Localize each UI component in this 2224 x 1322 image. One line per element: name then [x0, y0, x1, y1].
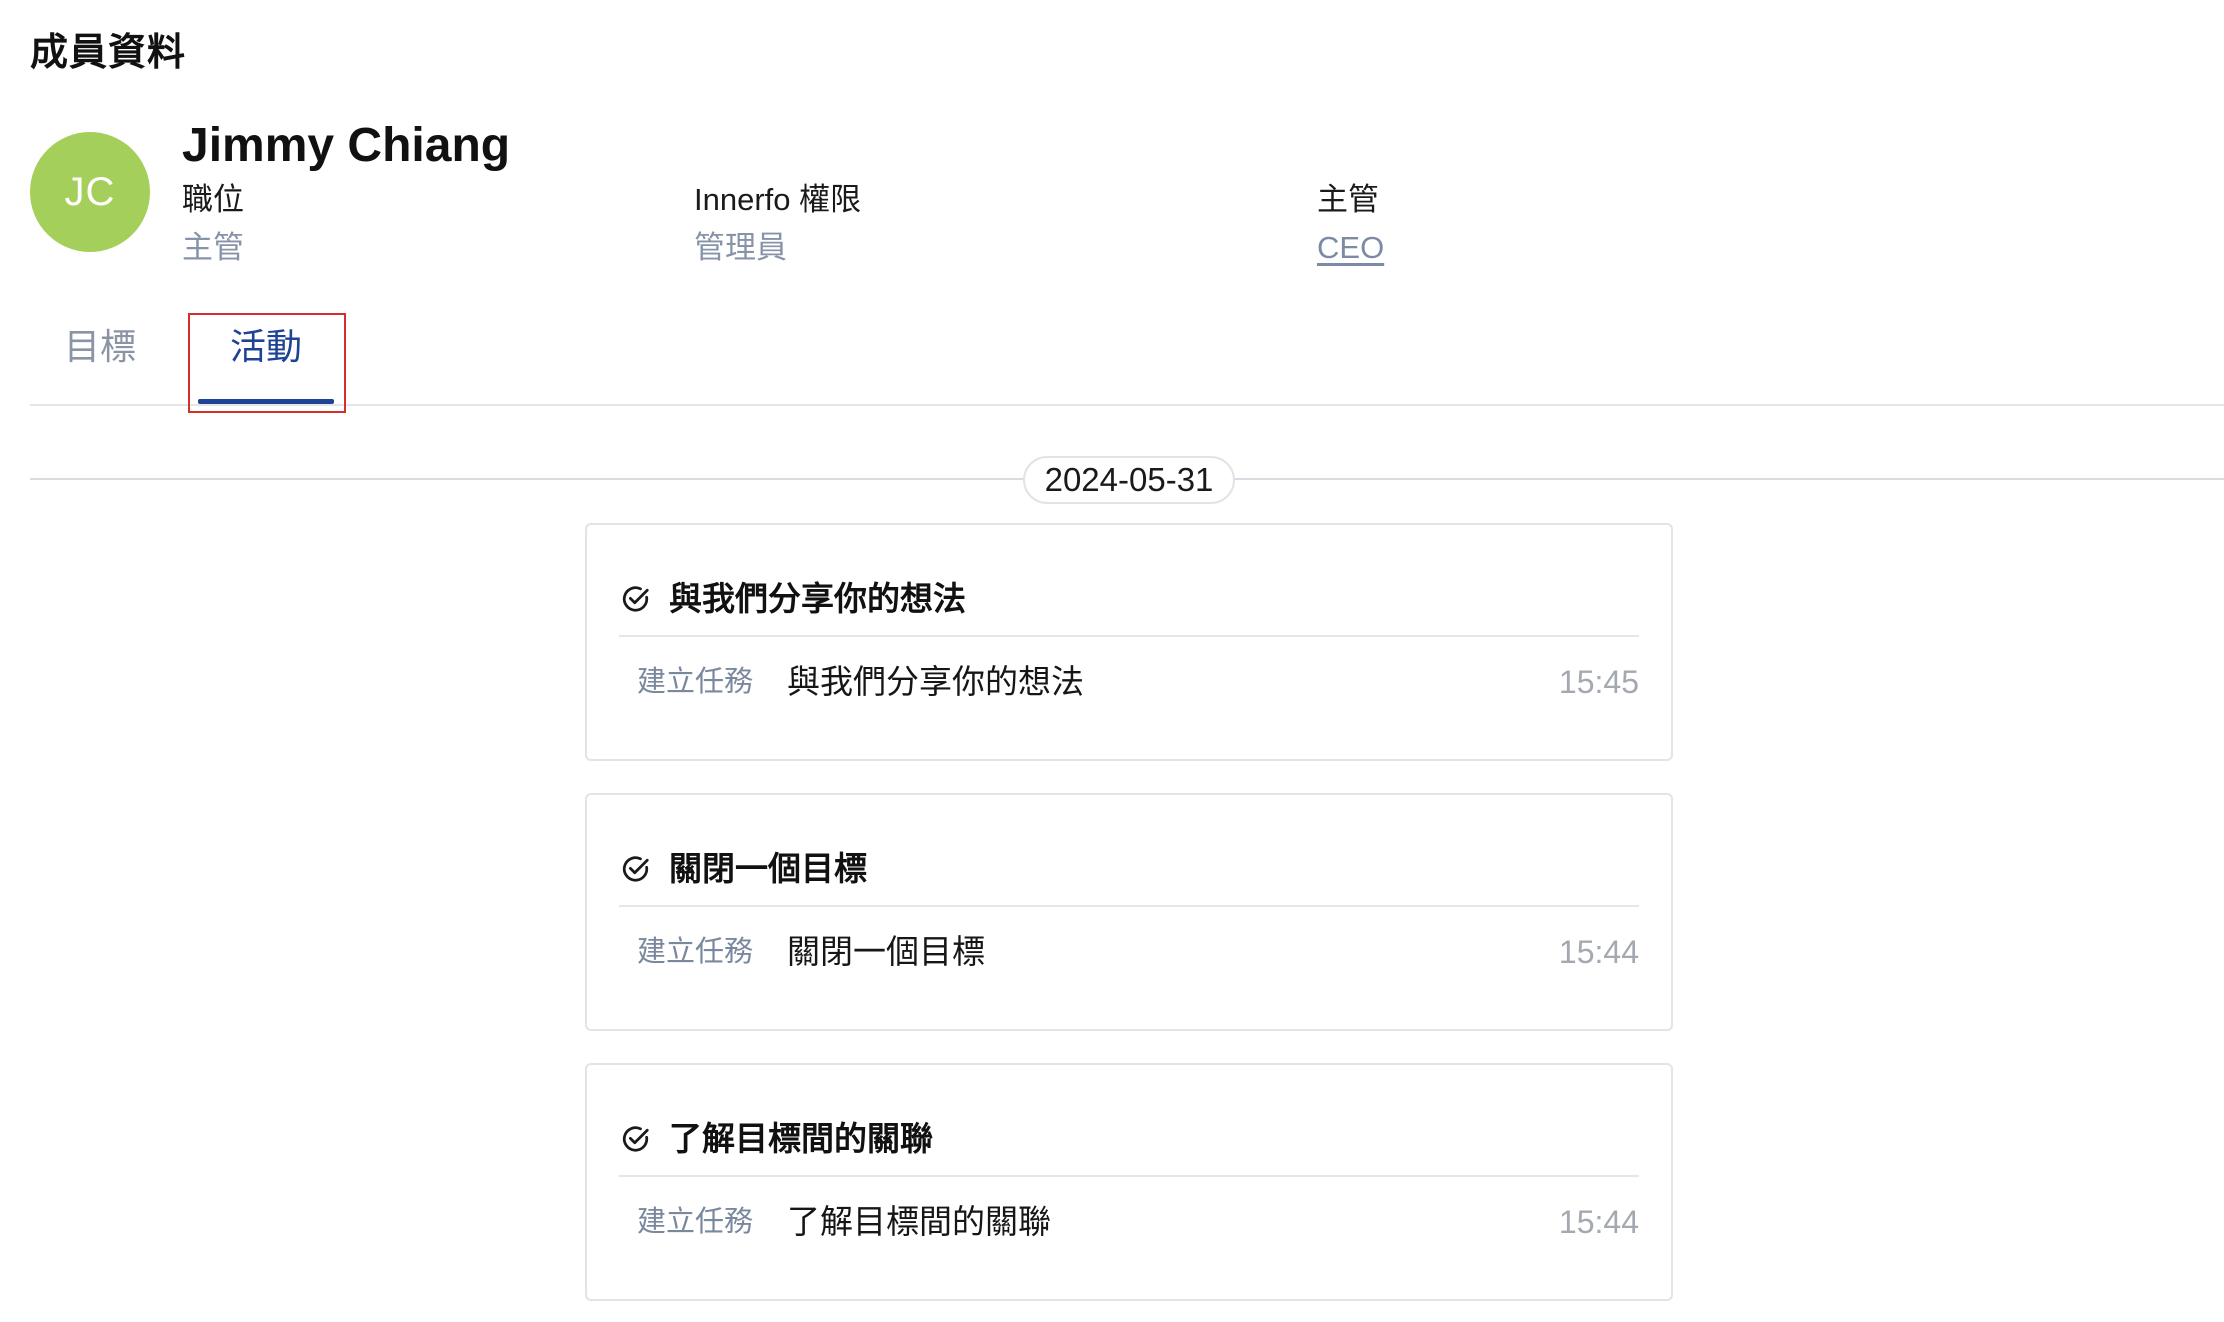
tabs-divider	[30, 404, 2224, 406]
activity-title: 關閉一個目標	[669, 850, 867, 887]
activity-content: 關閉一個目標	[787, 933, 985, 970]
activity-card-header: 與我們分享你的想法	[621, 577, 966, 621]
date-badge: 2024-05-31	[1023, 456, 1235, 504]
activity-content: 與我們分享你的想法	[787, 663, 1084, 700]
activity-action-type: 建立任務	[637, 1206, 754, 1238]
activity-time: 15:45	[1558, 664, 1639, 700]
check-circle-icon	[622, 856, 649, 882]
info-label-manager: 主管	[1317, 182, 1379, 217]
info-value-permission: 管理員	[694, 230, 787, 265]
tab-goals[interactable]: 目標	[64, 322, 136, 372]
activity-row: 建立任務 與我們分享你的想法 15:45	[637, 661, 1639, 703]
activity-card-header: 了解目標間的關聯	[621, 1117, 933, 1161]
activity-card: 與我們分享你的想法 建立任務 與我們分享你的想法 15:45	[585, 523, 1673, 761]
manager-link[interactable]: CEO	[1317, 228, 1384, 268]
info-permission: Innerfo 權限 管理員	[694, 180, 861, 268]
info-label-position: 職位	[182, 182, 244, 217]
info-manager: 主管 CEO	[1317, 180, 1384, 268]
activity-card: 關閉一個目標 建立任務 關閉一個目標 15:44	[585, 793, 1673, 1031]
activity-title: 了解目標間的關聯	[669, 1120, 933, 1157]
card-divider	[619, 905, 1639, 907]
check-circle-icon	[622, 1126, 649, 1152]
highlight-box	[188, 313, 346, 413]
info-position: 職位 主管	[182, 180, 244, 268]
info-value-position: 主管	[182, 230, 244, 265]
activity-row: 建立任務 關閉一個目標 15:44	[637, 931, 1639, 973]
activity-time: 15:44	[1558, 1204, 1639, 1240]
member-profile-page: 成員資料 JC Jimmy Chiang 職位 主管 Innerfo 權限 管理…	[0, 0, 2224, 1322]
activity-action-type: 建立任務	[637, 936, 754, 968]
avatar-initials: JC	[64, 169, 116, 214]
avatar: JC	[30, 132, 150, 252]
info-label-permission: Innerfo 權限	[694, 182, 862, 217]
card-divider	[619, 635, 1639, 637]
activity-content: 了解目標間的關聯	[787, 1203, 1051, 1240]
member-name: Jimmy Chiang	[182, 119, 511, 172]
activity-title: 與我們分享你的想法	[669, 580, 966, 617]
activity-card: 了解目標間的關聯 建立任務 了解目標間的關聯 15:44	[585, 1063, 1673, 1301]
page-title: 成員資料	[30, 32, 187, 74]
activity-card-header: 關閉一個目標	[621, 847, 867, 891]
activity-time: 15:44	[1558, 934, 1639, 970]
activity-row: 建立任務 了解目標間的關聯 15:44	[637, 1201, 1639, 1243]
activity-action-type: 建立任務	[637, 666, 754, 698]
check-circle-icon	[622, 586, 649, 612]
card-divider	[619, 1175, 1639, 1177]
